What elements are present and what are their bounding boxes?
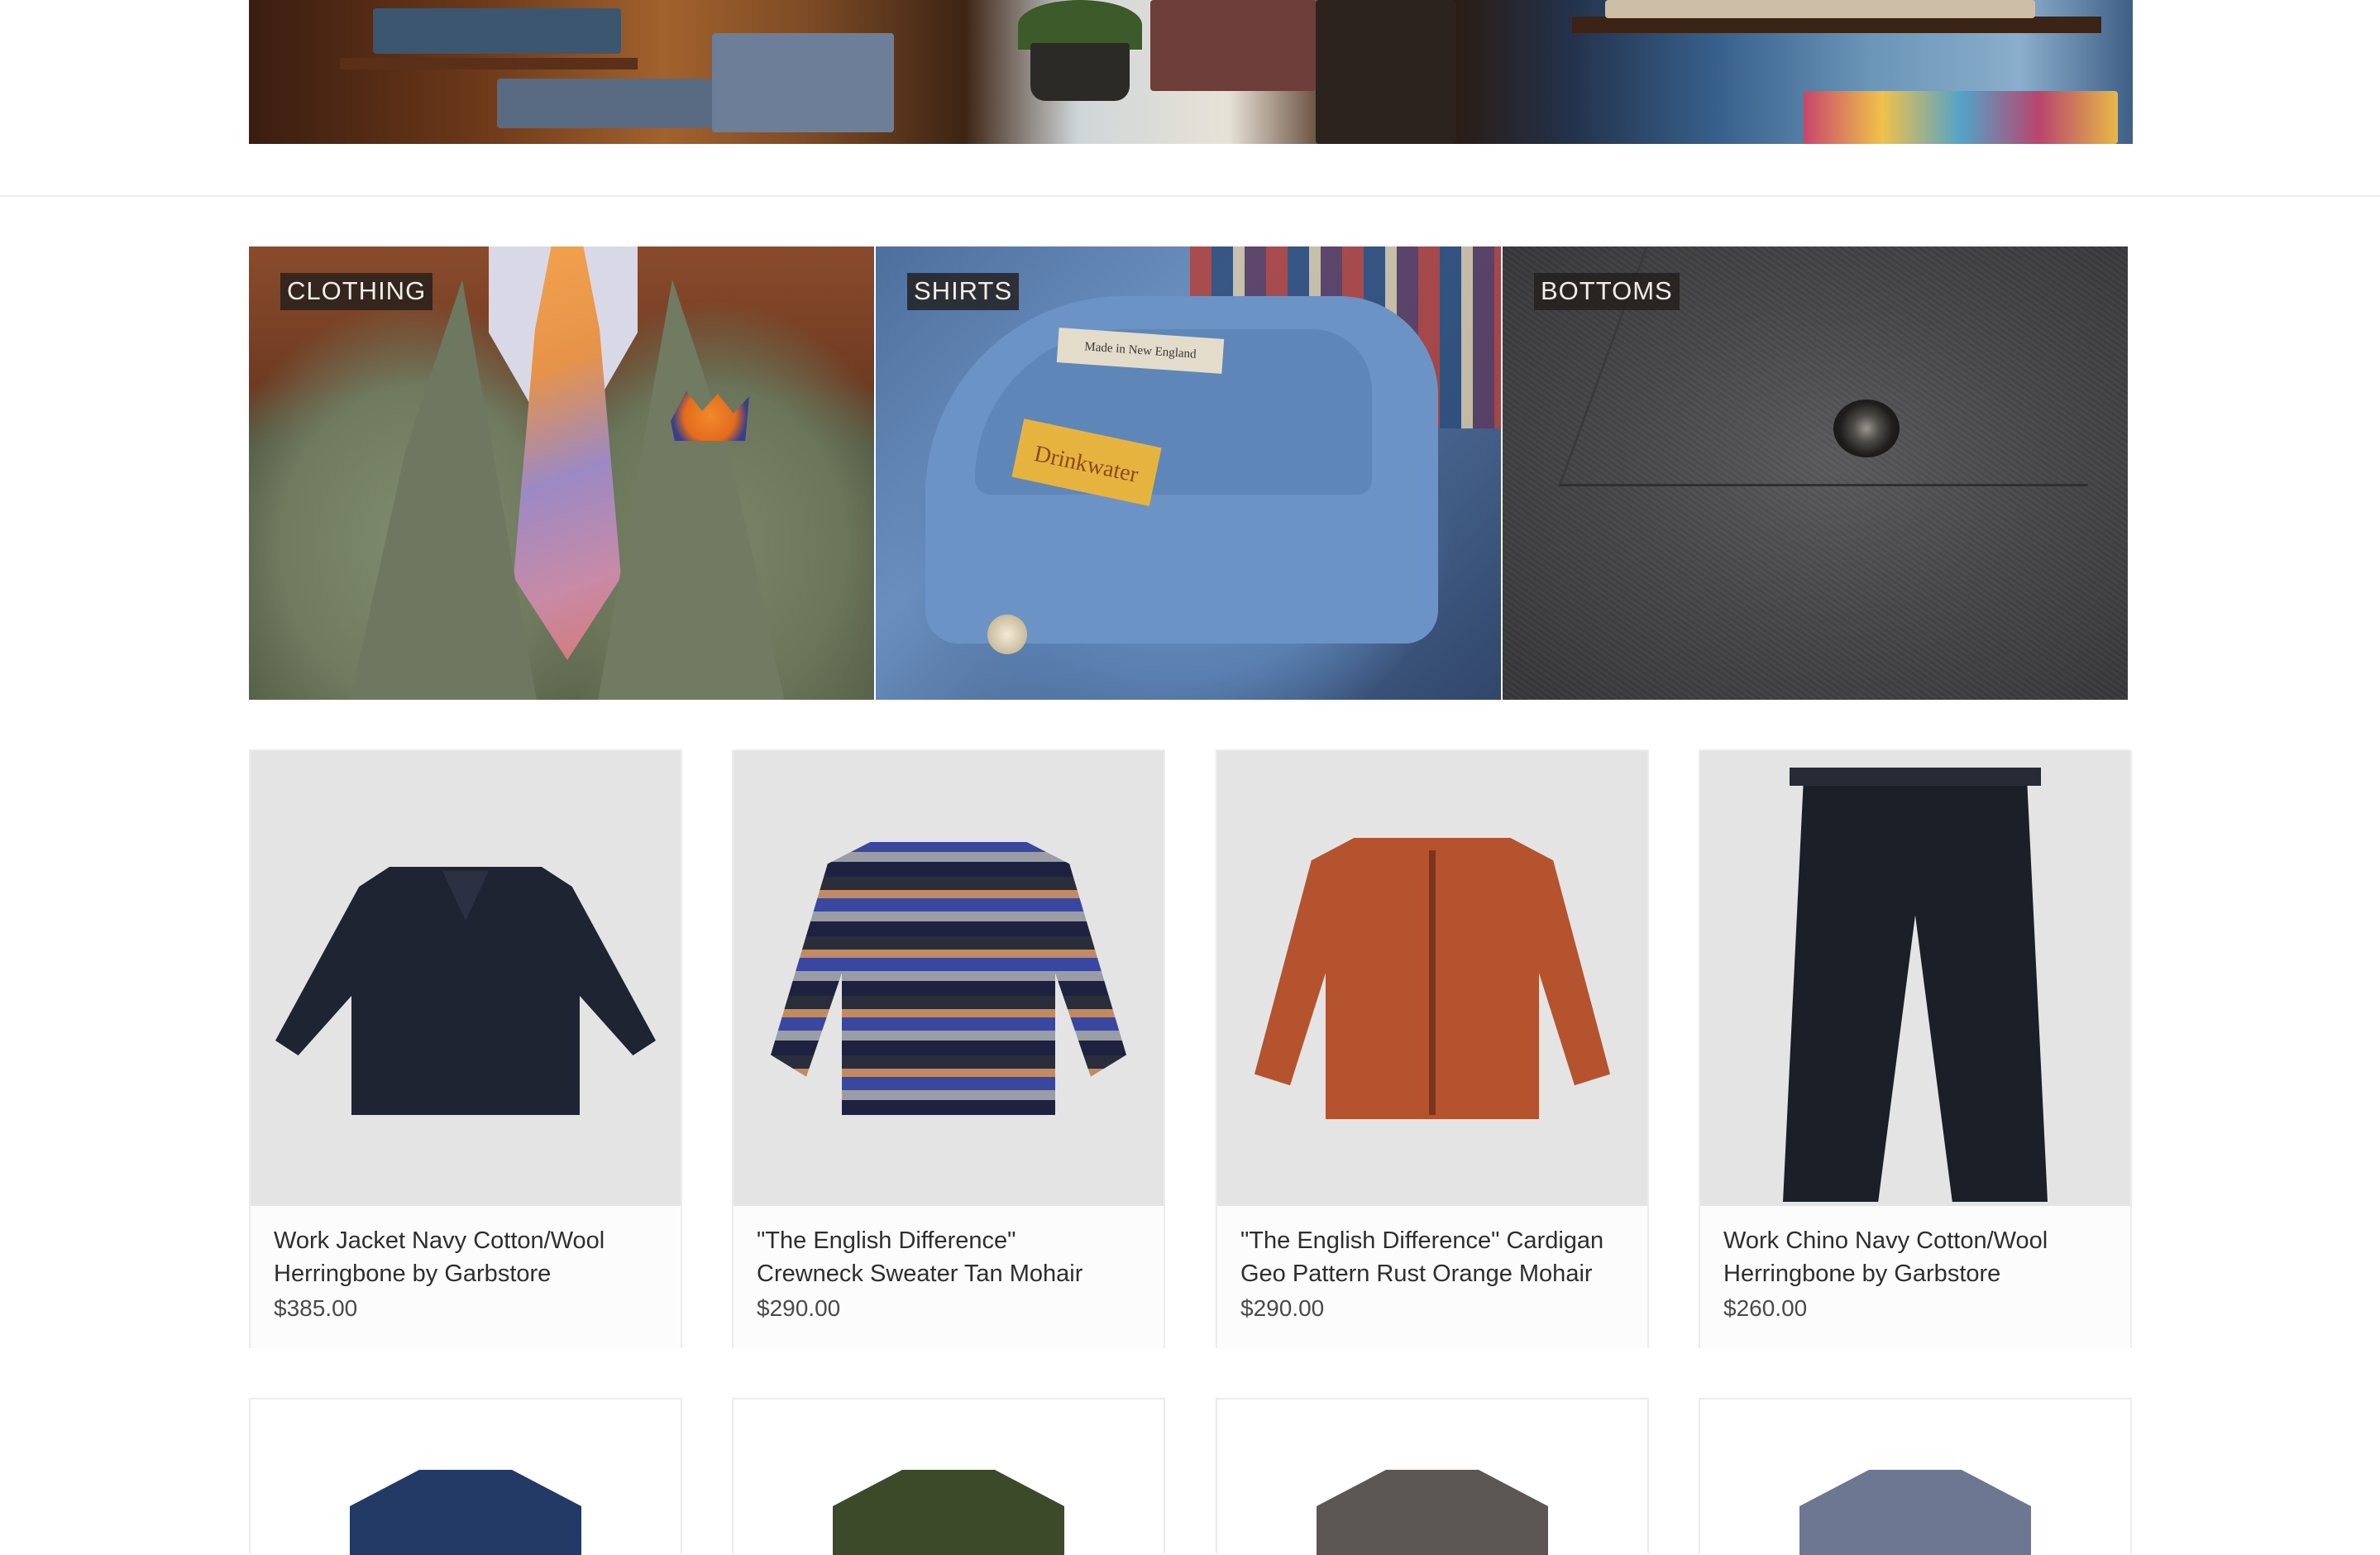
product-card[interactable] <box>732 1398 1165 1555</box>
hero-plaid-jackets <box>1150 0 1316 91</box>
product-price: $260.00 <box>1723 1295 1808 1321</box>
product-name[interactable]: "The English Difference" Crewneck Sweate… <box>757 1224 1140 1290</box>
hero-jackets <box>712 33 894 132</box>
hero-dark-column <box>1316 0 1456 144</box>
product-name[interactable]: Work Chino Navy Cotton/Wool Herringbone … <box>1723 1224 2107 1290</box>
product-card[interactable]: Work Chino Navy Cotton/Wool Herringbone … <box>1699 749 2132 1348</box>
shirt-garment <box>350 1470 581 1555</box>
product-image[interactable] <box>251 751 681 1206</box>
category-label: SHIRTS <box>907 273 1020 310</box>
shirt-garment <box>833 1470 1064 1555</box>
product-info: "The English Difference" Crewneck Sweate… <box>734 1206 1164 1348</box>
category-label: CLOTHING <box>280 273 433 310</box>
product-card[interactable] <box>1216 1398 1649 1555</box>
product-card[interactable]: "The English Difference" Crewneck Sweate… <box>732 749 1165 1348</box>
hero-table <box>1572 17 2101 33</box>
product-price: $290.00 <box>757 1295 841 1321</box>
hero-folded-shirts <box>1605 0 2035 18</box>
shirt-garment <box>1317 1470 1548 1555</box>
product-card[interactable] <box>1699 1398 2132 1555</box>
pocket-button <box>1833 400 1900 457</box>
product-image[interactable] <box>1700 1400 2130 1555</box>
product-name-line[interactable]: Work Chino Navy Cotton/Wool <box>1723 1224 2107 1257</box>
hero-shelf <box>340 58 638 69</box>
shirt-garment <box>1799 1470 2031 1555</box>
product-name-line[interactable]: Herringbone by Garbstore <box>1723 1257 2107 1290</box>
product-image[interactable] <box>1217 751 1647 1206</box>
hero-plant <box>1018 0 1142 50</box>
cardigan-placket <box>1429 850 1436 1115</box>
product-info: Work Jacket Navy Cotton/Wool Herringbone… <box>251 1206 681 1348</box>
product-name-line[interactable]: Geo Pattern Rust Orange Mohair <box>1240 1257 1624 1290</box>
product-image[interactable] <box>1217 1400 1647 1555</box>
product-image[interactable] <box>251 1400 681 1555</box>
product-name-line[interactable]: Herringbone by Garbstore <box>274 1257 657 1290</box>
section-divider <box>0 195 2380 197</box>
hero-colorful-stack <box>1804 91 2118 144</box>
chino-garment <box>1783 768 2048 1202</box>
hero-folded-stack <box>497 79 712 128</box>
product-name-line[interactable]: "The English Difference" <box>757 1224 1140 1257</box>
sweater-garment <box>771 842 1126 1115</box>
hero-folded-stack <box>373 8 621 54</box>
hero-banner-image <box>249 0 2133 144</box>
product-info: Work Chino Navy Cotton/Wool Herringbone … <box>1700 1206 2130 1348</box>
product-name-line[interactable]: Crewneck Sweater Tan Mohair <box>757 1257 1140 1290</box>
category-tile-bottoms[interactable]: BOTTOMS <box>1503 246 2128 700</box>
product-card[interactable]: Work Jacket Navy Cotton/Wool Herringbone… <box>249 749 682 1348</box>
product-card[interactable] <box>249 1398 682 1555</box>
chino-waistband <box>1790 768 2041 786</box>
product-card[interactable]: "The English Difference" Cardigan Geo Pa… <box>1216 749 1649 1348</box>
product-price: $385.00 <box>274 1295 358 1321</box>
product-image[interactable] <box>734 751 1164 1206</box>
shirt-button <box>987 615 1027 654</box>
product-price: $290.00 <box>1240 1295 1325 1321</box>
product-info: "The English Difference" Cardigan Geo Pa… <box>1217 1206 1647 1348</box>
product-name-line[interactable]: "The English Difference" Cardigan <box>1240 1224 1624 1257</box>
product-image[interactable] <box>734 1400 1164 1555</box>
product-name[interactable]: Work Jacket Navy Cotton/Wool Herringbone… <box>274 1224 657 1290</box>
category-label: BOTTOMS <box>1534 273 1680 310</box>
category-tile-clothing[interactable]: CLOTHING <box>249 246 874 700</box>
product-name-line[interactable]: Work Jacket Navy Cotton/Wool <box>274 1224 657 1257</box>
product-name[interactable]: "The English Difference" Cardigan Geo Pa… <box>1240 1224 1624 1290</box>
category-tile-shirts[interactable]: Made in New England Drinkwater SHIRTS <box>876 246 1501 700</box>
hero-pot <box>1030 43 1130 101</box>
product-image[interactable] <box>1700 751 2130 1206</box>
